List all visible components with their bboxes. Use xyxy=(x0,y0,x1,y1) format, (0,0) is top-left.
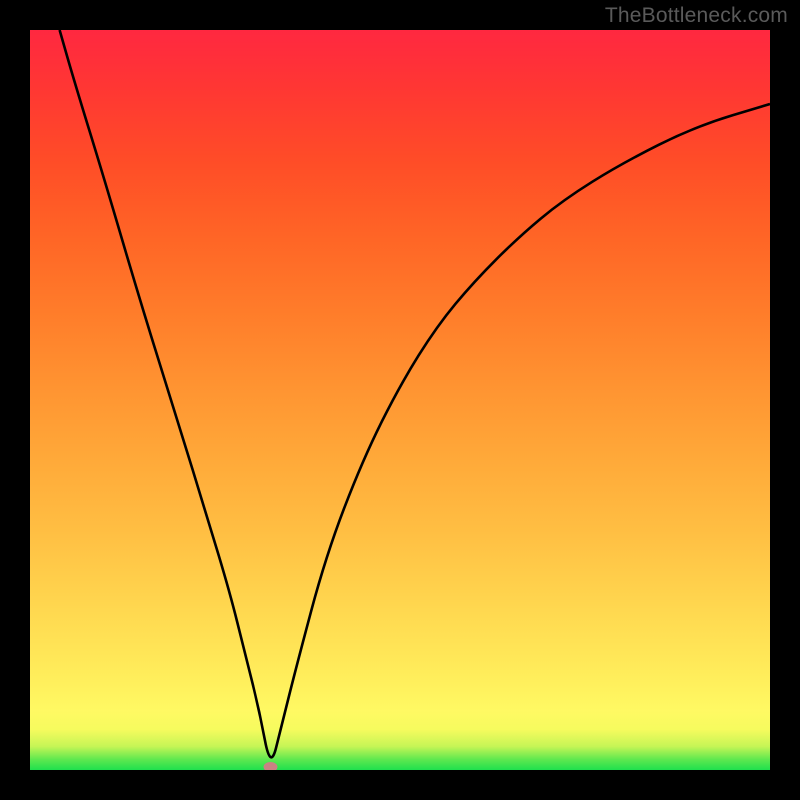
watermark-text: TheBottleneck.com xyxy=(605,4,788,28)
gradient-background xyxy=(30,30,770,770)
plot-area xyxy=(30,30,770,770)
